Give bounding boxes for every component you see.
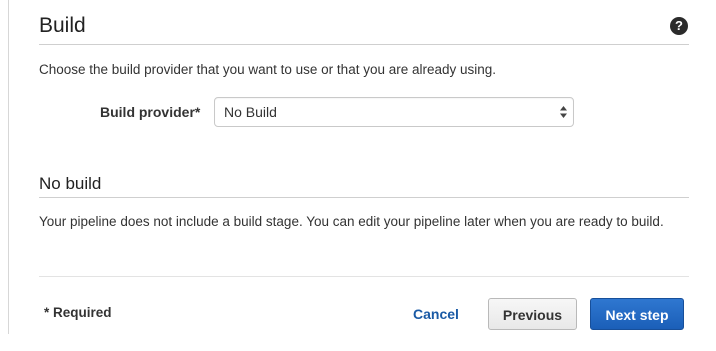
- next-step-button[interactable]: Next step: [590, 298, 684, 330]
- required-note: * Required: [44, 305, 112, 320]
- no-build-divider: [39, 197, 689, 198]
- previous-button[interactable]: Previous: [488, 298, 577, 330]
- section-divider: [39, 44, 689, 45]
- build-provider-select[interactable]: No Build: [214, 97, 574, 127]
- no-build-description: Your pipeline does not include a build s…: [39, 214, 664, 229]
- cancel-button[interactable]: Cancel: [413, 306, 459, 323]
- section-description: Choose the build provider that you want …: [39, 62, 497, 77]
- build-provider-label: Build provider*: [100, 104, 201, 120]
- section-title: Build: [39, 14, 86, 37]
- footer-divider: [39, 276, 689, 277]
- left-divider: [8, 0, 9, 334]
- build-provider-selected-value: No Build: [224, 104, 277, 120]
- no-build-title: No build: [39, 174, 102, 193]
- build-step-panel: Build ? Choose the build provider that y…: [0, 0, 716, 351]
- select-arrows-icon: [560, 106, 567, 118]
- question-circle-icon[interactable]: ?: [670, 17, 688, 35]
